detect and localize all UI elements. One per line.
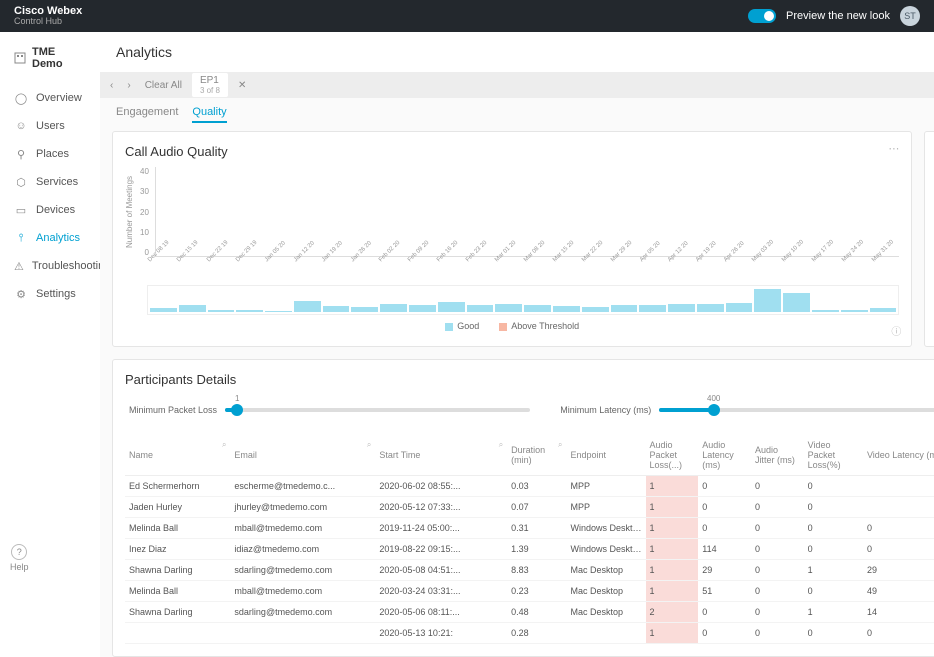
sidebar-item-overview[interactable]: ◯Overview <box>0 84 100 112</box>
preview-toggle[interactable] <box>748 9 776 23</box>
sidebar-item-troubleshooting[interactable]: ⚠Troubleshooting <box>0 252 100 280</box>
org-name: TME Demo <box>0 46 100 84</box>
table-header[interactable]: Name⌕ <box>125 435 230 476</box>
nav-icon: ⚙ <box>14 287 28 301</box>
info-icon[interactable]: ⓘ <box>891 323 901 338</box>
sidebar-item-places[interactable]: ⚲Places <box>0 140 100 168</box>
chart-bars <box>155 167 899 257</box>
nav-icon: ⚠ <box>14 259 24 273</box>
table-header[interactable]: Video Packet Loss(%) <box>804 435 863 476</box>
slider-label: Minimum Packet Loss <box>129 405 217 415</box>
search-icon[interactable]: ⌕ <box>499 440 503 450</box>
calls-above-threshold-card: Calls Above Threshold ⋯ Period⌕Name⌕Emai… <box>924 131 934 347</box>
help-button[interactable]: ? Help <box>10 544 29 572</box>
clear-all-button[interactable]: Clear All <box>145 80 182 91</box>
avatar[interactable]: ST <box>900 6 920 26</box>
preview-label: Preview the new look <box>786 10 890 22</box>
nav-icon: ⚲ <box>14 147 28 161</box>
subtab-quality[interactable]: Quality <box>192 106 226 123</box>
latency-slider[interactable]: 400 <box>659 408 934 412</box>
filter-next-icon[interactable]: › <box>127 80 130 91</box>
legend-good: Good <box>445 321 479 331</box>
close-icon[interactable]: ✕ <box>238 80 246 91</box>
top-bar: Cisco Webex Control Hub Preview the new … <box>0 0 934 32</box>
card-title: Call Audio Quality <box>125 144 899 159</box>
table-header[interactable]: Endpoint <box>566 435 645 476</box>
table-row[interactable]: Melinda Ballmball@tmedemo.com2020-03-24 … <box>125 581 934 602</box>
nav-icon: ⬡ <box>14 175 28 189</box>
sidebar-item-analytics[interactable]: ⫯Analytics <box>0 224 100 252</box>
table-row[interactable]: Ed Schermerhornescherme@tmedemo.c...2020… <box>125 476 934 497</box>
table-row[interactable]: Inez Diazidiaz@tmedemo.com2019-08-22 09:… <box>125 539 934 560</box>
chart-ylabel: Number of Meetings <box>125 167 134 257</box>
participants-table: Name⌕Email⌕Start Time⌕Duration (min)⌕End… <box>125 435 934 644</box>
participants-details-card: Participants Details ⋯ Minimum Packet Lo… <box>112 359 934 657</box>
nav-icon: ▭ <box>14 203 28 217</box>
sidebar-item-devices[interactable]: ▭Devices <box>0 196 100 224</box>
table-header[interactable]: Audio Latency (ms) <box>698 435 751 476</box>
table-header[interactable]: Start Time⌕ <box>375 435 507 476</box>
table-header[interactable]: Audio Packet Loss(...) <box>646 435 699 476</box>
help-icon: ? <box>11 544 27 560</box>
nav-icon: ⫯ <box>14 231 28 245</box>
nav-icon: ◯ <box>14 91 28 105</box>
page-title: Analytics <box>116 44 172 60</box>
brand: Cisco Webex Control Hub <box>14 5 82 27</box>
table-row[interactable]: Melinda Ballmball@tmedemo.com2019-11-24 … <box>125 518 934 539</box>
card-title: Participants Details <box>125 372 934 387</box>
sidebar-item-settings[interactable]: ⚙Settings <box>0 280 100 308</box>
table-header[interactable]: Email⌕ <box>230 435 375 476</box>
table-row[interactable]: Shawna Darlingsdarling@tmedemo.com2020-0… <box>125 560 934 581</box>
filter-prev-icon[interactable]: ‹ <box>110 80 113 91</box>
filter-bar: ‹ › Clear All EP1 3 of 8 ✕ ⌕ <box>100 72 934 98</box>
nav-icon: ☺ <box>14 119 28 133</box>
packet-loss-slider[interactable]: 1 <box>225 408 530 412</box>
table-row[interactable]: Jaden Hurleyjhurley@tmedemo.com2020-05-1… <box>125 497 934 518</box>
org-icon <box>14 52 26 64</box>
search-icon[interactable]: ⌕ <box>558 440 562 450</box>
table-header[interactable]: Duration (min)⌕ <box>507 435 566 476</box>
table-row[interactable]: 2020-05-13 10:21:0.28100008cfbhf1fd-899d… <box>125 623 934 644</box>
subtab-engagement[interactable]: Engagement <box>116 106 178 123</box>
call-audio-quality-card: Call Audio Quality ⋯ Number of Meetings … <box>112 131 912 347</box>
main-content: Analytics MeetingsMessagingCallingDevice… <box>100 32 934 657</box>
filter-chip[interactable]: EP1 3 of 8 <box>192 73 228 97</box>
table-header[interactable]: Audio Jitter (ms) <box>751 435 804 476</box>
table-header[interactable]: Video Latency (ms) <box>863 435 934 476</box>
sidebar-item-users[interactable]: ☺Users <box>0 112 100 140</box>
chart-overview[interactable] <box>147 285 899 315</box>
legend-above: Above Threshold <box>499 321 579 331</box>
more-icon[interactable]: ⋯ <box>888 142 899 155</box>
slider-label: Minimum Latency (ms) <box>560 405 651 415</box>
sidebar-item-services[interactable]: ⬡Services <box>0 168 100 196</box>
search-icon[interactable]: ⌕ <box>222 440 226 450</box>
search-icon[interactable]: ⌕ <box>367 440 371 450</box>
table-row[interactable]: Shawna Darlingsdarling@tmedemo.com2020-0… <box>125 602 934 623</box>
